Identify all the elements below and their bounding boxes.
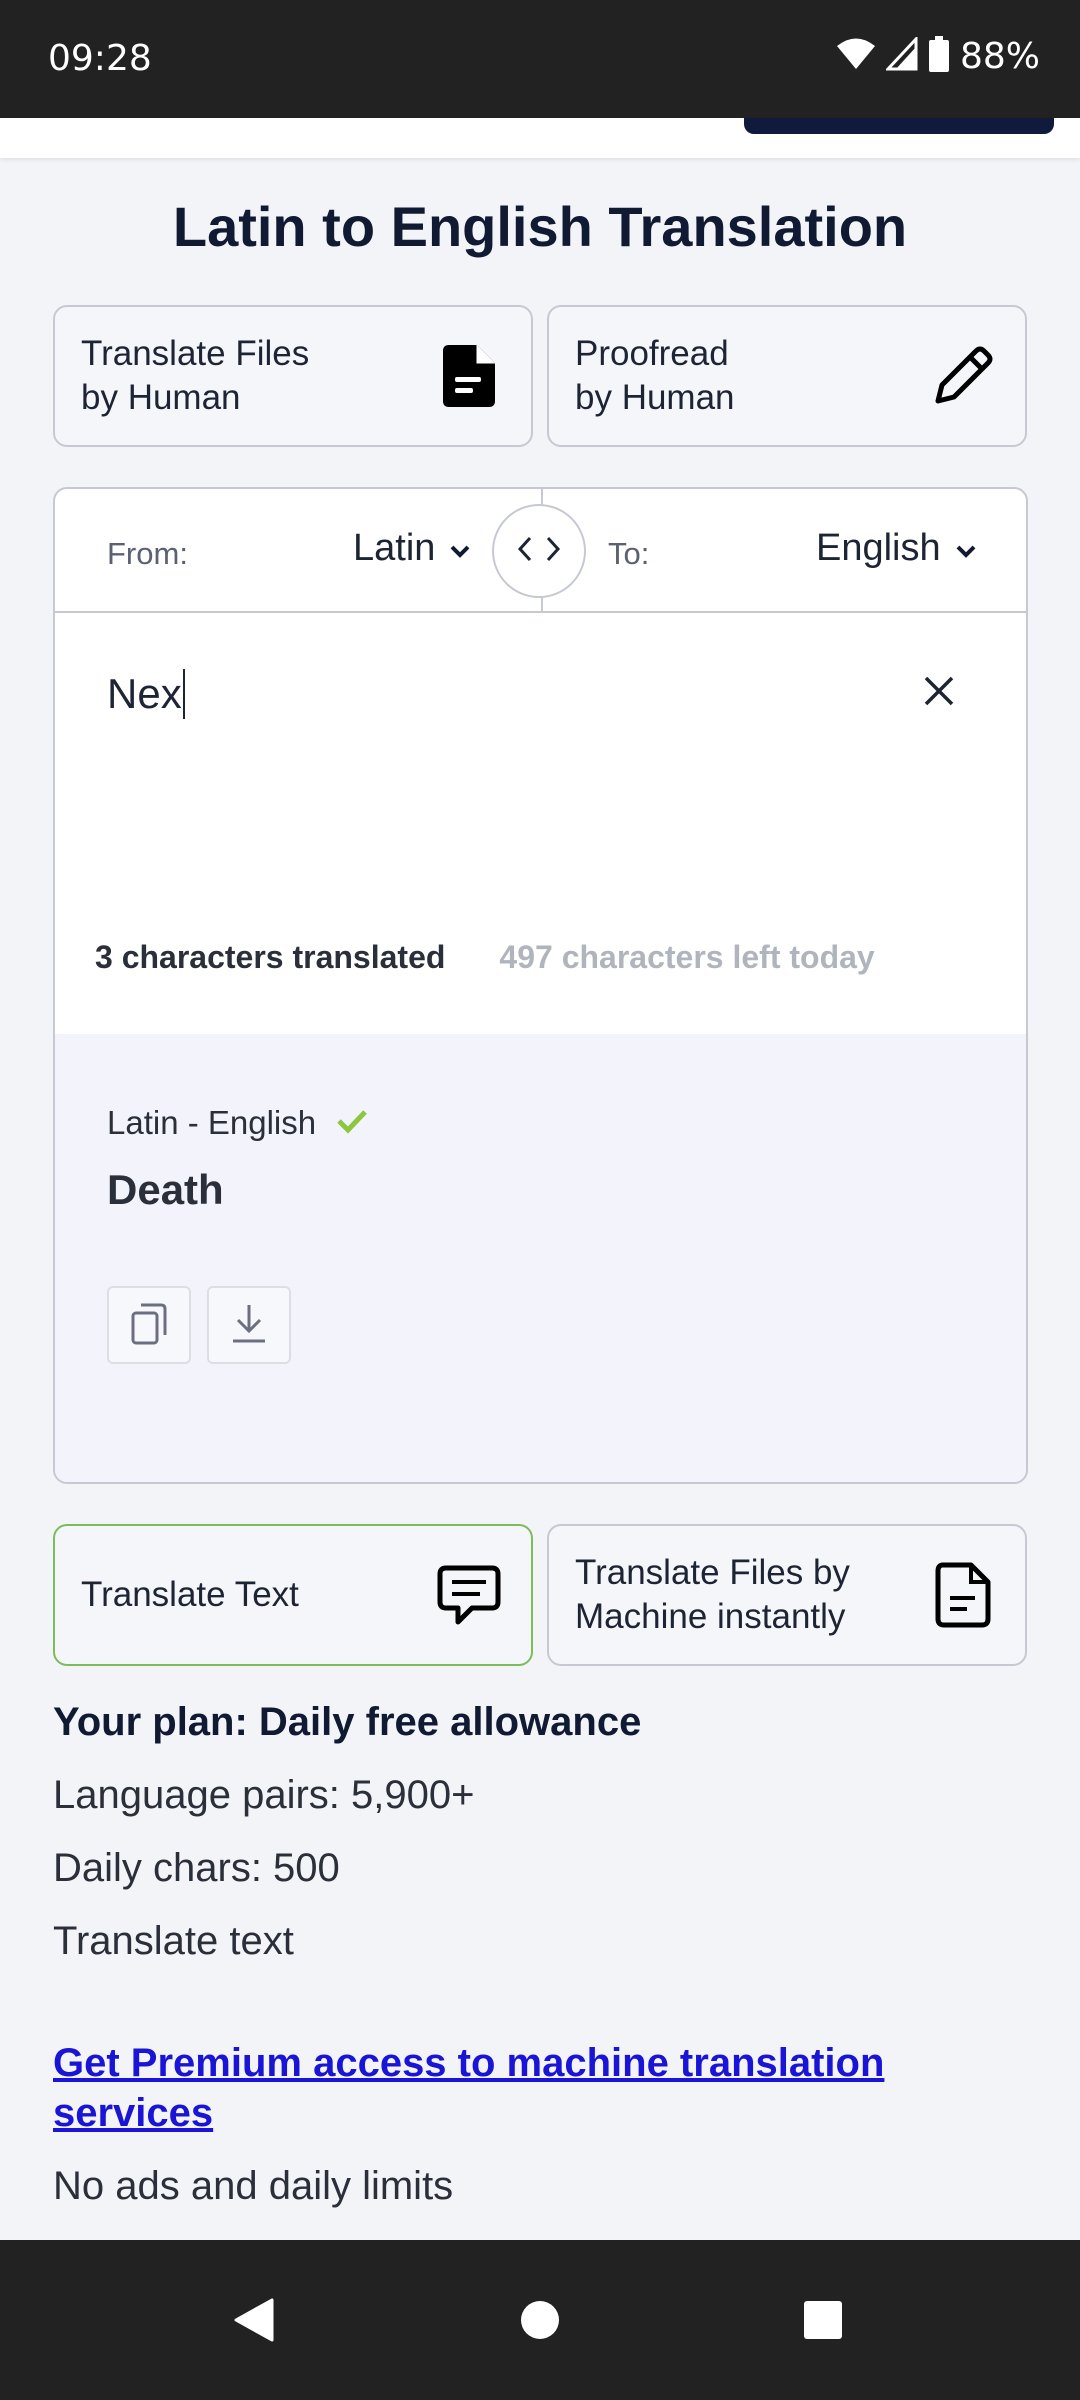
header-strip <box>0 118 1080 158</box>
download-icon <box>229 1301 269 1350</box>
from-label: From: <box>107 536 188 571</box>
text-caret <box>182 669 185 719</box>
battery-percent: 88% <box>959 36 1040 77</box>
chat-icon <box>433 1559 505 1631</box>
translate-files-by-human-label: Translate Files by Human <box>81 334 310 417</box>
clear-text-button[interactable] <box>917 671 961 715</box>
plan-daily-chars: Daily chars: 500 <box>53 1846 340 1890</box>
copy-button[interactable] <box>107 1286 191 1364</box>
proofread-by-human-label: Proofread by Human <box>575 334 735 417</box>
to-language-value: English <box>816 527 941 569</box>
plan-title: Your plan: Daily free allowance <box>53 1700 642 1744</box>
swap-languages-button[interactable] <box>492 504 586 598</box>
chevron-down-icon <box>955 527 977 570</box>
checkmark-icon <box>336 1104 368 1142</box>
translate-text-label: Translate Text <box>81 1575 299 1614</box>
navigation-bar <box>0 2240 1080 2400</box>
translate-files-by-machine-label: Translate Files by Machine instantly <box>575 1553 850 1636</box>
back-icon <box>232 2296 276 2349</box>
signal-icon <box>884 35 918 76</box>
characters-translated: 3 characters translated <box>95 939 446 975</box>
file-icon <box>433 340 505 412</box>
wifi-icon <box>836 37 876 76</box>
copy-icon <box>129 1301 169 1350</box>
status-time: 09:28 <box>48 38 152 79</box>
translated-text: Death <box>107 1166 224 1213</box>
translation-output: Latin - English Death <box>55 1034 1026 1482</box>
character-counter: 3 characters translated 497 characters l… <box>95 939 875 976</box>
proofread-by-human-button[interactable]: Proofread by Human <box>547 305 1027 447</box>
page-title: Latin to English Translation <box>172 195 908 258</box>
translator-panel: From: Latin To: English Nex 3 characters… <box>53 487 1028 1484</box>
source-text-value: Nex <box>107 670 182 717</box>
chevron-down-icon <box>449 527 471 570</box>
home-icon <box>519 2299 561 2346</box>
source-text-input[interactable]: Nex <box>107 669 185 719</box>
plan-feature: Translate text <box>53 1919 294 1963</box>
swap-icon <box>516 534 562 569</box>
premium-access-link[interactable]: Get Premium access to machine translatio… <box>53 2038 953 2138</box>
plan-language-pairs: Language pairs: 5,900+ <box>53 1773 475 1817</box>
recents-button[interactable] <box>793 2292 853 2352</box>
to-label: To: <box>608 536 650 571</box>
characters-left: 497 characters left today <box>499 939 875 975</box>
pencil-icon <box>927 340 999 412</box>
close-icon <box>923 675 955 712</box>
translate-files-by-machine-button[interactable]: Translate Files by Machine instantly <box>547 1524 1027 1666</box>
from-language-select[interactable]: Latin <box>353 527 471 570</box>
output-pair-label: Latin - English <box>107 1104 317 1141</box>
to-language-select[interactable]: English <box>816 527 977 570</box>
back-button[interactable] <box>224 2292 284 2352</box>
translate-files-by-human-button[interactable]: Translate Files by Human <box>53 305 533 447</box>
home-button[interactable] <box>510 2292 570 2352</box>
battery-icon <box>928 36 950 77</box>
from-language-value: Latin <box>353 527 436 569</box>
status-bar: 09:28 88% <box>0 0 1080 118</box>
output-language-pair: Latin - English <box>107 1104 368 1142</box>
header-button[interactable] <box>744 118 1054 134</box>
plan-note: No ads and daily limits <box>53 2164 454 2208</box>
plan-info: Your plan: Daily free allowance Language… <box>53 1700 1033 2209</box>
download-button[interactable] <box>207 1286 291 1364</box>
translate-text-button[interactable]: Translate Text <box>53 1524 533 1666</box>
recents-icon <box>802 2299 844 2346</box>
status-icons: 88% <box>836 35 1040 77</box>
document-icon <box>927 1559 999 1631</box>
